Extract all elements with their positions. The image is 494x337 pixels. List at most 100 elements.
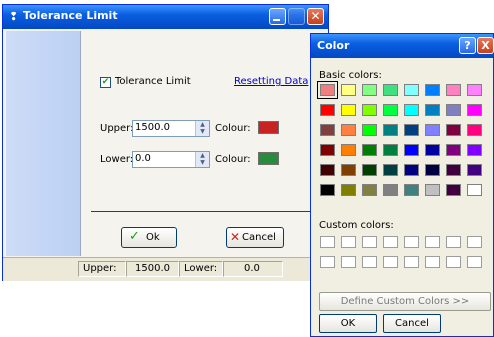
basic-color-swatch[interactable] xyxy=(320,144,335,156)
basic-color-swatch[interactable] xyxy=(320,164,335,176)
lower-label: Lower: xyxy=(100,154,134,165)
basic-color-swatch[interactable] xyxy=(467,164,482,176)
color-dialog-title: Color xyxy=(317,39,350,52)
custom-color-swatch[interactable] xyxy=(383,256,398,268)
custom-color-swatch[interactable] xyxy=(341,256,356,268)
checkmark-icon: ✓ xyxy=(129,229,140,244)
custom-color-swatch[interactable] xyxy=(404,236,419,248)
basic-color-swatch[interactable] xyxy=(467,124,482,136)
basic-color-swatch[interactable] xyxy=(341,164,356,176)
basic-color-swatch[interactable] xyxy=(320,124,335,136)
basic-color-swatch[interactable] xyxy=(362,104,377,116)
upper-value: 1500.0 xyxy=(135,122,170,133)
basic-color-swatch[interactable] xyxy=(341,184,356,196)
basic-color-swatch[interactable] xyxy=(425,164,440,176)
spin-arrows-icon[interactable]: ▲ ▼ xyxy=(195,152,209,167)
custom-color-swatch[interactable] xyxy=(362,236,377,248)
basic-color-swatch[interactable] xyxy=(383,184,398,196)
basic-color-swatch[interactable] xyxy=(341,144,356,156)
tolerance-enable-label: Tolerance Limit xyxy=(115,76,191,87)
lower-value-spinbox[interactable]: 0.0 ▲ ▼ xyxy=(132,151,210,168)
basic-color-swatch[interactable] xyxy=(446,104,461,116)
basic-color-swatch[interactable] xyxy=(341,124,356,136)
lower-colour-swatch[interactable] xyxy=(258,152,279,165)
upper-colour-swatch[interactable] xyxy=(258,121,279,134)
cancel-button-label: Cancel xyxy=(242,232,276,243)
basic-color-swatch[interactable] xyxy=(404,84,419,96)
basic-color-swatch[interactable] xyxy=(467,144,482,156)
basic-color-swatch[interactable] xyxy=(362,84,377,96)
custom-color-swatch[interactable] xyxy=(446,256,461,268)
ok-button[interactable]: ✓ Ok xyxy=(121,227,177,248)
basic-color-swatch[interactable] xyxy=(425,124,440,136)
app-icon: ❢ xyxy=(9,10,19,23)
basic-color-swatch[interactable] xyxy=(404,124,419,136)
basic-color-swatch[interactable] xyxy=(383,104,398,116)
custom-color-swatch[interactable] xyxy=(446,236,461,248)
divider xyxy=(91,211,313,212)
basic-color-swatch[interactable] xyxy=(341,104,356,116)
basic-color-swatch[interactable] xyxy=(446,164,461,176)
basic-color-swatch[interactable] xyxy=(383,144,398,156)
basic-color-swatch[interactable] xyxy=(317,81,338,99)
basic-color-swatch[interactable] xyxy=(425,84,440,96)
spin-arrows-icon[interactable]: ▲ ▼ xyxy=(195,121,209,136)
basic-color-swatch[interactable] xyxy=(383,124,398,136)
custom-color-swatch[interactable] xyxy=(362,256,377,268)
minimize-button[interactable] xyxy=(269,8,286,25)
cancel-x-icon: ✕ xyxy=(230,230,241,244)
tolerance-enable-checkbox[interactable]: ✔ xyxy=(100,77,111,88)
custom-color-swatch[interactable] xyxy=(404,256,419,268)
upper-label: Upper: xyxy=(100,123,134,134)
custom-color-swatch[interactable] xyxy=(425,256,440,268)
define-custom-colors-button[interactable]: Define Custom Colors >> xyxy=(319,292,491,311)
basic-color-swatch[interactable] xyxy=(446,144,461,156)
tolerance-content: ✔ Tolerance Limit Resetting Data Upper: … xyxy=(81,31,326,256)
basic-color-swatch[interactable] xyxy=(446,124,461,136)
status-upper-value: 1500.0 xyxy=(135,263,170,274)
custom-color-swatch[interactable] xyxy=(320,256,335,268)
basic-color-swatch[interactable] xyxy=(362,144,377,156)
color-cancel-button[interactable]: Cancel xyxy=(383,314,441,333)
custom-color-swatch[interactable] xyxy=(341,236,356,248)
custom-color-swatch[interactable] xyxy=(467,236,482,248)
custom-color-swatch[interactable] xyxy=(425,236,440,248)
custom-color-swatch[interactable] xyxy=(320,236,335,248)
close-button[interactable]: ✕ xyxy=(307,8,324,25)
cancel-button[interactable]: ✕ Cancel xyxy=(226,227,284,248)
basic-color-swatch[interactable] xyxy=(404,144,419,156)
basic-color-swatch[interactable] xyxy=(362,124,377,136)
custom-color-swatch[interactable] xyxy=(383,236,398,248)
basic-color-swatch[interactable] xyxy=(320,184,335,196)
basic-color-swatch[interactable] xyxy=(362,164,377,176)
basic-color-swatch[interactable] xyxy=(404,184,419,196)
basic-color-swatch[interactable] xyxy=(446,84,461,96)
basic-color-swatch[interactable] xyxy=(446,184,461,196)
basic-color-swatch[interactable] xyxy=(362,184,377,196)
basic-color-swatch[interactable] xyxy=(425,184,440,196)
basic-color-swatch[interactable] xyxy=(383,84,398,96)
upper-value-spinbox[interactable]: 1500.0 ▲ ▼ xyxy=(132,120,210,137)
basic-color-swatch[interactable] xyxy=(383,164,398,176)
color-ok-button[interactable]: OK xyxy=(319,314,377,333)
custom-colors-label: Custom colors: xyxy=(319,220,394,231)
basic-color-swatch[interactable] xyxy=(467,104,482,116)
help-button[interactable]: ? xyxy=(459,37,476,54)
color-title-bar[interactable]: Color ? X xyxy=(311,34,494,58)
tolerance-title-bar[interactable]: ❢ Tolerance Limit ✕ xyxy=(3,5,328,29)
window-title: Tolerance Limit xyxy=(23,9,118,22)
basic-color-swatch[interactable] xyxy=(425,104,440,116)
color-close-button[interactable]: X xyxy=(477,37,494,54)
resetting-data-link[interactable]: Resetting Data xyxy=(234,76,308,87)
basic-color-swatch[interactable] xyxy=(425,144,440,156)
left-panel xyxy=(6,31,81,256)
basic-color-swatch[interactable] xyxy=(404,104,419,116)
status-upper-label: Upper: xyxy=(83,263,117,274)
basic-color-swatch[interactable] xyxy=(467,184,482,196)
basic-color-swatch[interactable] xyxy=(467,84,482,96)
tolerance-limit-window: ❢ Tolerance Limit ✕ ✔ Tolerance Limit Re… xyxy=(2,4,329,281)
basic-color-swatch[interactable] xyxy=(320,104,335,116)
basic-color-swatch[interactable] xyxy=(341,84,356,96)
basic-color-swatch[interactable] xyxy=(404,164,419,176)
custom-color-swatch[interactable] xyxy=(467,256,482,268)
